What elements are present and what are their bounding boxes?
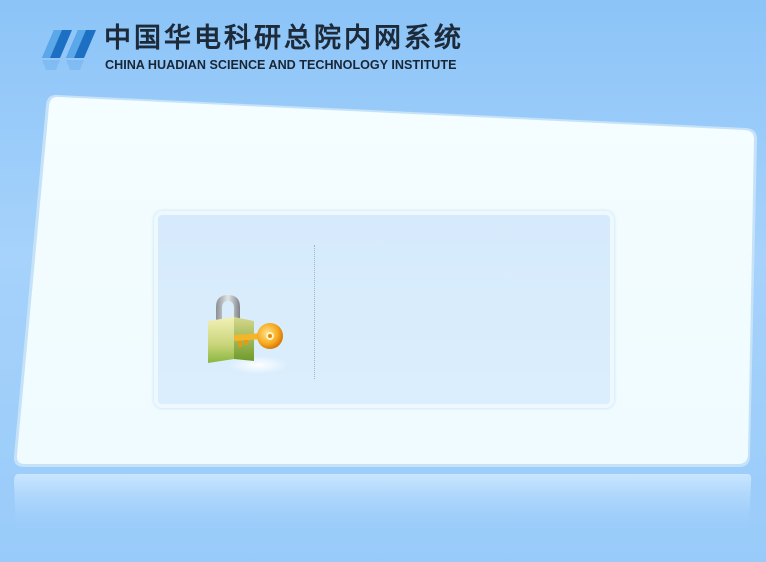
- panel-reflection: [14, 474, 752, 530]
- login-form-area: [328, 235, 598, 385]
- site-title: 中国华电科研总院内网系统: [104, 23, 464, 54]
- login-box: [154, 211, 614, 408]
- padlock-key-icon: [208, 295, 288, 374]
- brand-header: 中国华电科研总院内网系统 CHINA HUADIAN SCIENCE AND T…: [40, 22, 480, 82]
- site-subtitle: CHINA HUADIAN SCIENCE AND TECHNOLOGY INS…: [105, 58, 457, 72]
- login-box-inner: [158, 215, 610, 404]
- vertical-divider: [314, 245, 315, 379]
- huadian-logo-icon: [42, 30, 96, 70]
